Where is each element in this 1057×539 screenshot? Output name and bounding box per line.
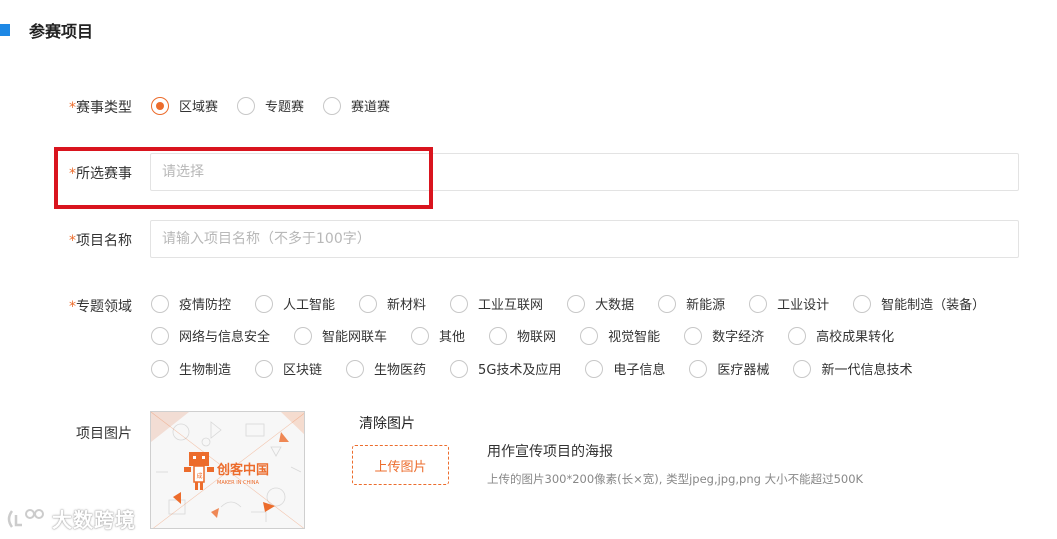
event-type-option-regional[interactable]: 区域赛 <box>151 96 218 115</box>
project-name-label: *项目名称 <box>69 233 132 249</box>
topic-option[interactable]: 人工智能 <box>255 294 335 313</box>
radio-icon <box>294 326 313 345</box>
image-description: 用作宣传项目的海报 <box>487 444 613 460</box>
section-header: 参赛项目 <box>0 18 93 42</box>
topic-option[interactable]: 其他 <box>411 326 465 345</box>
radio-icon <box>151 359 169 378</box>
topic-field-row-1: 疫情防控 人工智能 新材料 工业互联网 大数据 新能源 工业设计 智能制造（装备… <box>151 294 985 313</box>
topic-option[interactable]: 新材料 <box>359 294 426 313</box>
watermark-text: 大数跨境 <box>52 508 136 532</box>
event-type-radio-group: 区域赛 专题赛 赛道赛 <box>151 96 390 115</box>
radio-icon <box>450 359 469 378</box>
radio-icon <box>853 294 872 313</box>
radio-icon <box>255 359 274 378</box>
required-mark: * <box>69 100 76 116</box>
radio-icon <box>567 294 586 313</box>
watermark-logo-icon <box>7 508 44 528</box>
topic-option[interactable]: 高校成果转化 <box>788 326 894 345</box>
radio-icon <box>237 96 256 115</box>
event-type-option-track[interactable]: 赛道赛 <box>323 96 390 115</box>
radio-icon <box>411 326 430 345</box>
topic-option[interactable]: 数字经济 <box>684 326 764 345</box>
selected-event-select[interactable] <box>150 153 1019 191</box>
radio-icon <box>684 326 703 345</box>
radio-icon <box>489 326 508 345</box>
topic-field-row-2: 网络与信息安全 智能网联车 其他 物联网 视觉智能 数字经济 高校成果转化 <box>151 326 894 345</box>
topic-option[interactable]: 生物医药 <box>346 359 426 378</box>
radio-icon <box>658 294 677 313</box>
radio-icon <box>255 294 274 313</box>
radio-icon <box>450 294 469 313</box>
topic-option[interactable]: 电子信息 <box>585 359 665 378</box>
watermark: 大数跨境 <box>6 504 136 533</box>
poster-logo-text: 创客中国 <box>216 462 269 478</box>
radio-checked-icon <box>151 96 169 115</box>
topic-option[interactable]: 大数据 <box>567 294 634 313</box>
radio-icon <box>749 294 768 313</box>
project-image-label: 项目图片 <box>76 426 132 442</box>
project-name-input[interactable] <box>150 220 1019 258</box>
topic-option[interactable]: 智能网联车 <box>294 326 387 345</box>
radio-icon <box>580 326 599 345</box>
topic-option[interactable]: 视觉智能 <box>580 326 660 345</box>
event-type-option-topic[interactable]: 专题赛 <box>237 96 304 115</box>
clear-image-button[interactable]: 清除图片 <box>359 413 415 433</box>
topic-option[interactable]: 新一代信息技术 <box>793 359 912 378</box>
topic-option[interactable]: 生物制造 <box>151 359 231 378</box>
poster-logo-subtext: MAKER IN CHINA <box>217 480 260 486</box>
poster-logo-badge: 成 <box>197 472 203 480</box>
radio-icon <box>151 326 169 345</box>
topic-option[interactable]: 工业设计 <box>749 294 829 313</box>
radio-icon <box>346 359 365 378</box>
radio-icon <box>689 359 708 378</box>
radio-icon <box>359 294 378 313</box>
project-image-preview: 成 创客中国 MAKER IN CHINA <box>150 411 305 529</box>
selected-event-label: *所选赛事 <box>69 166 132 182</box>
radio-icon <box>585 359 604 378</box>
radio-icon <box>788 326 807 345</box>
radio-icon <box>323 96 342 115</box>
maker-in-china-poster-image: 成 创客中国 MAKER IN CHINA <box>151 412 304 528</box>
topic-field-label: *专题领域 <box>69 299 132 315</box>
topic-field-row-3: 生物制造 区块链 生物医药 5G技术及应用 电子信息 医疗器械 新一代信息技术 <box>151 359 912 378</box>
radio-icon <box>793 359 812 378</box>
section-title: 参赛项目 <box>29 22 94 41</box>
radio-icon <box>151 294 169 313</box>
topic-option[interactable]: 物联网 <box>489 326 556 345</box>
topic-option[interactable]: 5G技术及应用 <box>450 359 561 378</box>
image-upload-hint: 上传的图片300*200像素(长×宽), 类型jpeg,jpg,png 大小不能… <box>487 472 864 486</box>
topic-option[interactable]: 工业互联网 <box>450 294 543 313</box>
topic-option[interactable]: 智能制造（装备） <box>853 294 985 313</box>
event-type-label: *赛事类型 <box>69 100 132 116</box>
topic-option[interactable]: 疫情防控 <box>151 294 231 313</box>
topic-option[interactable]: 医疗器械 <box>689 359 769 378</box>
topic-option[interactable]: 新能源 <box>658 294 725 313</box>
topic-option[interactable]: 区块链 <box>255 359 322 378</box>
topic-option[interactable]: 网络与信息安全 <box>151 326 270 345</box>
upload-image-button[interactable]: 上传图片 <box>352 445 449 485</box>
section-accent-bar <box>0 24 10 36</box>
